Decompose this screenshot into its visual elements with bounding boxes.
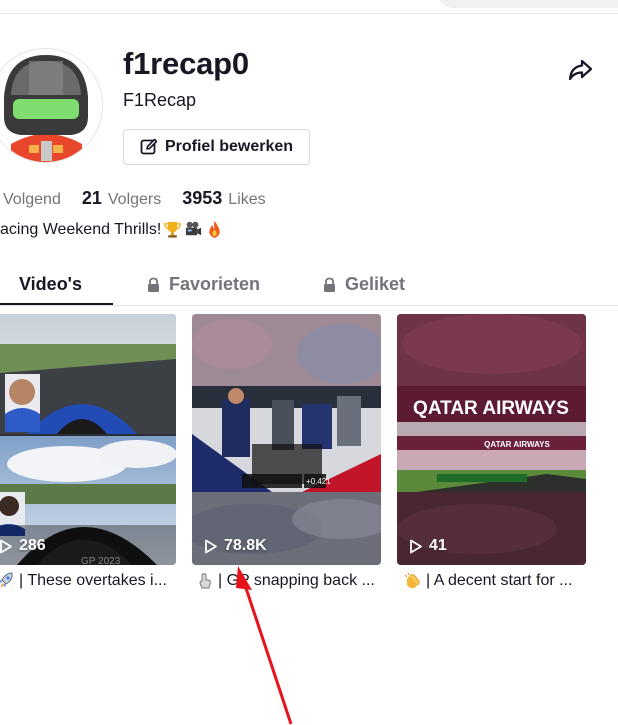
video-caption-text: | A decent start for ... bbox=[426, 572, 573, 589]
username: f1recap0 bbox=[123, 46, 249, 81]
video-thumbnail: GP 2023 bbox=[0, 314, 176, 565]
video-thumbnail: +0.421 bbox=[192, 314, 381, 565]
fire-emoji-icon bbox=[209, 220, 220, 239]
view-count-value: 286 bbox=[19, 537, 46, 554]
video-card[interactable]: +0.421 78.8K bbox=[192, 314, 381, 565]
bio-text: acing Weekend Thrills! bbox=[0, 220, 162, 238]
video-overlay-text: GP 2023 bbox=[81, 556, 121, 565]
tab-favorites-label: Favorieten bbox=[169, 274, 261, 294]
trophy-emoji-icon bbox=[164, 221, 182, 238]
tab-favorites[interactable]: Favorieten bbox=[146, 274, 260, 295]
view-count: 41 bbox=[409, 537, 447, 555]
followers-label[interactable]: Volgers bbox=[108, 191, 161, 209]
likes-count: 3953 bbox=[182, 188, 223, 208]
edit-icon bbox=[140, 138, 158, 155]
lock-icon bbox=[148, 277, 159, 292]
driver-helmet-avatar-image bbox=[0, 49, 102, 162]
edit-profile-label: Profiel bewerken bbox=[164, 138, 294, 155]
video-thumbnail: QATAR AIRWAYS QATAR AIRWAYS bbox=[397, 314, 586, 565]
likes-label: Likes bbox=[228, 191, 266, 208]
tab-liked-label: Geliket bbox=[345, 274, 406, 294]
sponsor-banner-small-text: QATAR AIRWAYS bbox=[484, 440, 550, 449]
video-caption[interactable]: | A decent start for ... bbox=[403, 572, 572, 590]
profile-stats: Volgend 21 Volgers 3953 Likes bbox=[0, 188, 266, 210]
top-navigation-bar bbox=[0, 0, 618, 14]
view-count: 286 bbox=[0, 537, 46, 555]
view-count: 78.8K bbox=[204, 537, 267, 555]
profile-tabs: Video's Favorieten Geliket bbox=[0, 262, 618, 306]
followers-count[interactable]: 21 bbox=[82, 188, 102, 209]
rocket-emoji-icon bbox=[0, 572, 13, 588]
view-count-value: 41 bbox=[429, 537, 447, 554]
video-caption-text: | These overtakes i... bbox=[19, 572, 167, 589]
edit-profile-button[interactable]: Profiel bewerken bbox=[123, 129, 310, 165]
video-caption[interactable]: | GP snapping back ... bbox=[197, 572, 375, 590]
play-icon bbox=[205, 539, 217, 553]
search-bar[interactable] bbox=[438, 0, 618, 8]
sponsor-banner-text: QATAR AIRWAYS bbox=[413, 398, 569, 419]
tab-videos-label: Video's bbox=[19, 274, 82, 294]
tab-liked[interactable]: Geliket bbox=[322, 274, 405, 295]
video-caption-text: | GP snapping back ... bbox=[218, 572, 375, 589]
profile-avatar[interactable] bbox=[0, 48, 103, 163]
video-card[interactable]: QATAR AIRWAYS QATAR AIRWAYS 41 bbox=[397, 314, 586, 565]
video-caption[interactable]: | These overtakes i... bbox=[0, 572, 167, 590]
lock-icon bbox=[324, 277, 335, 292]
view-count-value: 78.8K bbox=[224, 537, 267, 554]
tab-videos[interactable]: Video's bbox=[19, 274, 82, 295]
play-icon bbox=[0, 539, 12, 553]
share-button[interactable] bbox=[566, 56, 594, 84]
movie-camera-emoji-icon bbox=[186, 221, 202, 236]
nickname: F1Recap bbox=[123, 90, 197, 110]
play-icon bbox=[410, 539, 422, 553]
clapping-hands-emoji-icon bbox=[404, 572, 420, 589]
share-icon bbox=[568, 59, 593, 81]
video-overlay-text: +0.421 bbox=[306, 477, 331, 486]
pointing-finger-emoji-icon bbox=[199, 573, 211, 589]
active-tab-indicator bbox=[0, 303, 113, 305]
following-label[interactable]: Volgend bbox=[3, 191, 61, 209]
profile-bio: acing Weekend Thrills! bbox=[0, 220, 224, 239]
video-card[interactable]: GP 2023 286 bbox=[0, 314, 176, 565]
